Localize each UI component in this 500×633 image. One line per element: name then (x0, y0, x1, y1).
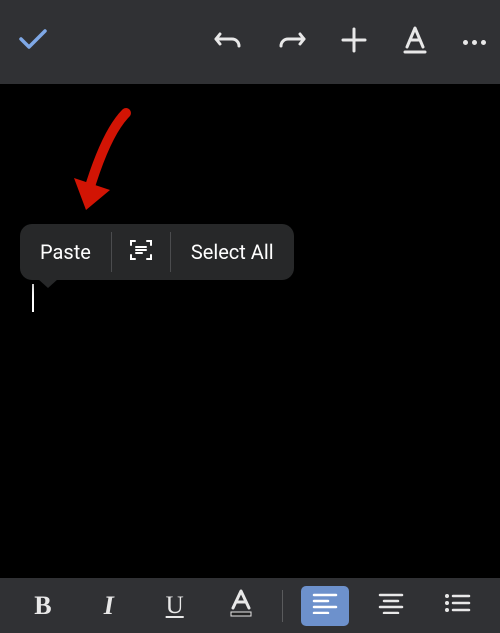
select-all-label: Select All (191, 240, 274, 264)
redo-button[interactable] (277, 28, 307, 56)
add-button[interactable] (341, 27, 367, 57)
formatting-toolbar: B I U (0, 578, 500, 633)
bold-button[interactable]: B (19, 586, 67, 626)
undo-icon (213, 28, 243, 56)
bold-label: B (34, 591, 51, 621)
top-toolbar-right (213, 25, 486, 59)
align-left-button[interactable] (301, 586, 349, 626)
italic-button[interactable]: I (85, 586, 133, 626)
text-color-icon (227, 588, 255, 624)
more-button[interactable] (463, 40, 486, 45)
paste-label: Paste (40, 240, 91, 264)
select-all-button[interactable]: Select All (171, 224, 294, 280)
top-toolbar (0, 0, 500, 84)
scan-button[interactable] (112, 224, 170, 280)
underline-button[interactable]: U (151, 586, 199, 626)
align-center-icon (378, 592, 404, 620)
bulleted-list-button[interactable] (433, 586, 481, 626)
text-style-button[interactable] (401, 25, 429, 59)
scan-icon (128, 237, 154, 268)
text-color-button[interactable] (217, 586, 265, 626)
underline-label: U (166, 592, 184, 620)
undo-button[interactable] (213, 28, 243, 56)
redo-icon (277, 28, 307, 56)
editor-area[interactable]: Paste Select All (0, 84, 500, 578)
text-style-icon (401, 25, 429, 59)
arrow-annotation (66, 108, 146, 232)
italic-label: I (104, 591, 114, 621)
align-left-icon (312, 592, 338, 620)
checkmark-icon (18, 27, 48, 57)
context-menu: Paste Select All (20, 224, 294, 280)
plus-icon (341, 27, 367, 57)
more-icon (463, 40, 486, 45)
bulleted-list-icon (443, 592, 471, 620)
text-cursor (32, 284, 34, 312)
confirm-button[interactable] (18, 27, 48, 57)
paste-button[interactable]: Paste (20, 224, 111, 280)
align-center-button[interactable] (367, 586, 415, 626)
toolbar-separator (282, 590, 283, 622)
